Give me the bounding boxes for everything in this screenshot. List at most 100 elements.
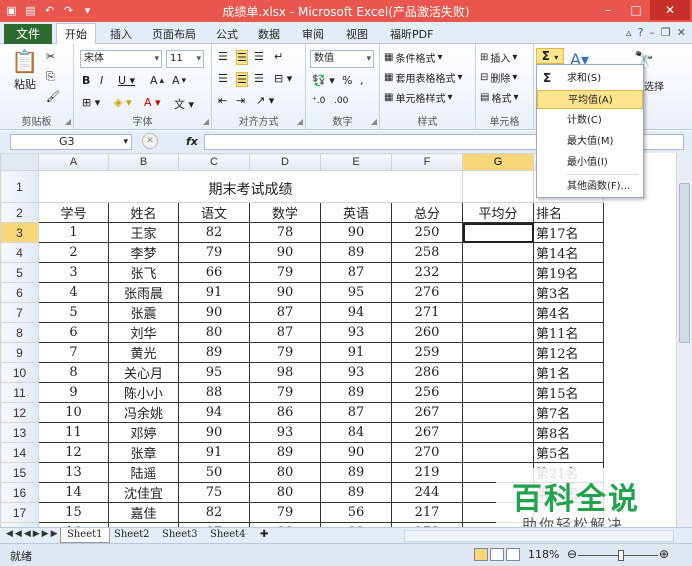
- menu-item-sum[interactable]: Σ 求和(S): [537, 69, 643, 88]
- column-header-d[interactable]: D: [249, 153, 321, 171]
- column-header-b[interactable]: B: [108, 153, 179, 171]
- table-cell[interactable]: 66: [178, 262, 250, 283]
- cell[interactable]: [462, 170, 534, 203]
- table-cell[interactable]: 嘉佳: [108, 502, 179, 523]
- header-cell[interactable]: 平均分: [462, 202, 534, 223]
- header-cell[interactable]: 英语: [320, 202, 392, 223]
- zoom-slider-handle[interactable]: [618, 550, 624, 561]
- table-cell[interactable]: 79: [249, 382, 321, 403]
- tab-data[interactable]: 数据: [258, 26, 280, 42]
- menu-item-min[interactable]: 最小值(I): [537, 153, 643, 172]
- table-cell[interactable]: [462, 262, 534, 283]
- dialog-launcher-icon[interactable]: ◢: [297, 117, 303, 126]
- wrap-text-icon[interactable]: ↵: [274, 50, 283, 63]
- header-cell[interactable]: 学号: [38, 202, 109, 223]
- menu-item-max[interactable]: 最大值(M): [537, 132, 643, 151]
- tab-review[interactable]: 审阅: [302, 26, 324, 42]
- table-cell[interactable]: 79: [178, 242, 250, 263]
- table-cell[interactable]: 第11名: [533, 322, 604, 343]
- table-cell[interactable]: 79: [249, 342, 321, 363]
- tab-foxit-pdf[interactable]: 福昕PDF: [390, 26, 433, 42]
- table-cell[interactable]: 12: [38, 442, 109, 463]
- table-cell[interactable]: [462, 442, 534, 463]
- column-header-g[interactable]: G: [462, 153, 534, 171]
- table-cell[interactable]: 第14名: [533, 242, 604, 263]
- table-cell[interactable]: 87: [249, 302, 321, 323]
- table-cell[interactable]: 张震: [108, 302, 179, 323]
- table-cell[interactable]: 第17名: [533, 222, 604, 243]
- table-cell[interactable]: 232: [391, 262, 463, 283]
- table-cell[interactable]: 3: [38, 262, 109, 283]
- header-cell[interactable]: 姓名: [108, 202, 179, 223]
- table-cell[interactable]: 关心月: [108, 362, 179, 383]
- table-cell[interactable]: 4: [38, 282, 109, 303]
- table-cell[interactable]: 267: [391, 422, 463, 443]
- percent-icon[interactable]: %: [342, 74, 352, 87]
- table-cell[interactable]: [462, 242, 534, 263]
- tab-insert[interactable]: 插入: [110, 26, 132, 42]
- fill-color-icon[interactable]: ◈ ▾: [114, 96, 131, 109]
- italic-button[interactable]: I: [100, 74, 103, 87]
- tab-formulas[interactable]: 公式: [216, 26, 238, 42]
- bold-button[interactable]: B: [82, 74, 90, 87]
- table-cell[interactable]: 10: [38, 402, 109, 423]
- table-cell[interactable]: 256: [391, 382, 463, 403]
- header-cell[interactable]: 数学: [249, 202, 321, 223]
- comma-icon[interactable]: ,: [360, 74, 364, 87]
- table-cell[interactable]: 91: [178, 442, 250, 463]
- table-cell[interactable]: 90: [249, 242, 321, 263]
- underline-button[interactable]: U ▾: [118, 74, 135, 87]
- table-cell[interactable]: 90: [320, 442, 392, 463]
- doc-restore-icon[interactable]: ❐: [661, 26, 671, 39]
- row-header[interactable]: 5: [0, 262, 39, 283]
- dialog-launcher-icon[interactable]: ◢: [203, 117, 209, 126]
- table-cell[interactable]: [462, 402, 534, 423]
- table-cell[interactable]: 86: [249, 402, 321, 423]
- select-all-corner[interactable]: [0, 153, 39, 171]
- table-cell[interactable]: 90: [320, 222, 392, 243]
- table-cell[interactable]: 第3名: [533, 282, 604, 303]
- table-cell[interactable]: 88: [178, 382, 250, 403]
- table-cell[interactable]: 邓婷: [108, 422, 179, 443]
- table-cell[interactable]: 94: [178, 402, 250, 423]
- table-cell[interactable]: 87: [320, 402, 392, 423]
- table-cell[interactable]: [462, 342, 534, 363]
- table-cell[interactable]: 陆遥: [108, 462, 179, 483]
- help-icon[interactable]: ?: [638, 26, 644, 39]
- table-cell[interactable]: 93: [320, 322, 392, 343]
- table-cell[interactable]: 250: [391, 222, 463, 243]
- tab-page-layout[interactable]: 页面布局: [152, 26, 196, 42]
- decrease-indent-icon[interactable]: ⇤: [218, 94, 227, 107]
- row-header[interactable]: 2: [0, 202, 39, 223]
- table-cell[interactable]: 李梦: [108, 242, 179, 263]
- table-cell[interactable]: 80: [178, 322, 250, 343]
- sheet-tab-2[interactable]: Sheet2: [108, 528, 156, 543]
- table-cell[interactable]: 75: [178, 482, 250, 503]
- table-cell[interactable]: 267: [391, 402, 463, 423]
- table-cell[interactable]: 刘华: [108, 322, 179, 343]
- table-cell[interactable]: 91: [178, 282, 250, 303]
- table-cell[interactable]: 9: [38, 382, 109, 403]
- table-cell[interactable]: 276: [391, 282, 463, 303]
- align-top-icon[interactable]: ☰: [218, 50, 228, 63]
- sheet-tab-3[interactable]: Sheet3: [156, 528, 204, 543]
- table-cell[interactable]: 1: [38, 222, 109, 243]
- table-cell[interactable]: [462, 302, 534, 323]
- table-cell[interactable]: 第7名: [533, 402, 604, 423]
- row-header[interactable]: 6: [0, 282, 39, 303]
- table-cell[interactable]: 260: [391, 322, 463, 343]
- doc-close-icon[interactable]: ✕: [677, 26, 686, 39]
- conditional-format-button[interactable]: ▦ 条件格式 ▾: [384, 50, 442, 65]
- sheet-nav-buttons[interactable]: ◀◀◀▶▶▶: [6, 529, 60, 539]
- table-cell[interactable]: 2: [38, 242, 109, 263]
- insert-cells-button[interactable]: ⊞ 插入 ▾: [480, 50, 517, 65]
- name-box[interactable]: G3: [10, 134, 132, 150]
- table-cell[interactable]: 第19名: [533, 262, 604, 283]
- selected-cell[interactable]: [462, 222, 534, 243]
- table-cell[interactable]: 第15名: [533, 382, 604, 403]
- table-cell[interactable]: 第5名: [533, 442, 604, 463]
- table-cell[interactable]: [462, 362, 534, 383]
- row-header[interactable]: 8: [0, 322, 39, 343]
- zoom-out-icon[interactable]: ⊖: [566, 547, 578, 561]
- table-cell[interactable]: 11: [38, 422, 109, 443]
